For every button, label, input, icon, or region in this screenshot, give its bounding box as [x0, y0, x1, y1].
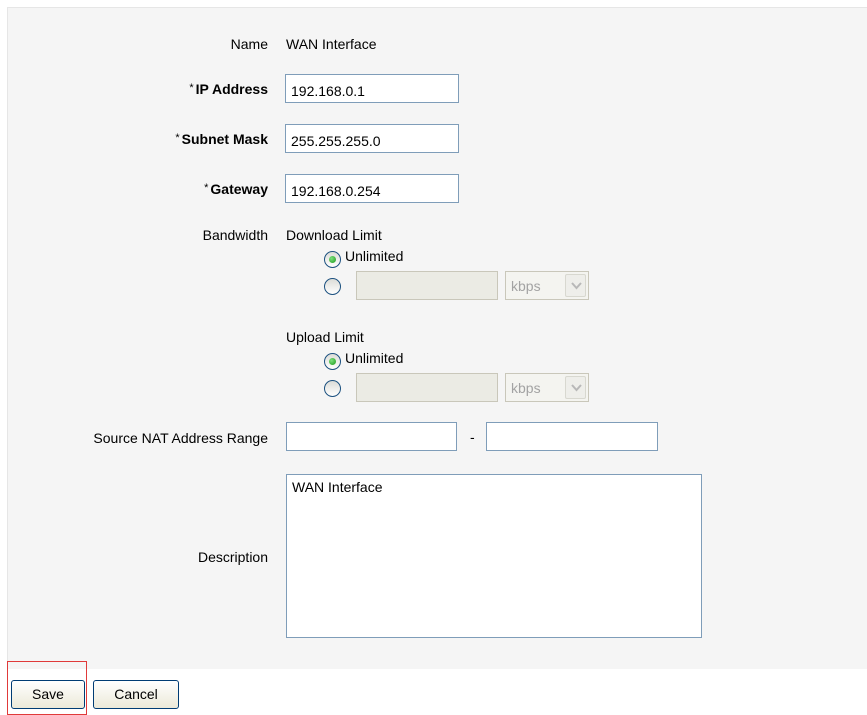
bandwidth-label: Bandwidth	[202, 227, 268, 243]
download-limit-input[interactable]	[356, 271, 498, 300]
subnet-mask-label: * Subnet Mask	[175, 131, 268, 147]
ip-address-label-text: IP Address	[195, 81, 268, 97]
gateway-input[interactable]	[285, 174, 459, 203]
description-textarea[interactable]: WAN Interface	[286, 474, 702, 638]
name-value: WAN Interface	[286, 36, 377, 52]
upload-unit-value: kbps	[511, 380, 541, 396]
subnet-mask-label-text: Subnet Mask	[181, 131, 268, 147]
download-unit-select[interactable]: kbps	[505, 271, 589, 300]
download-unlimited-radio[interactable]	[324, 251, 341, 268]
radio-selected-icon	[329, 358, 336, 365]
upload-limit-title: Upload Limit	[286, 329, 364, 345]
subnet-mask-input[interactable]	[285, 124, 459, 153]
gateway-label-text: Gateway	[210, 181, 268, 197]
nat-range-separator: -	[470, 429, 475, 445]
cancel-button[interactable]: Cancel	[93, 680, 179, 709]
upload-unit-select[interactable]: kbps	[505, 373, 589, 402]
ip-address-label: * IP Address	[189, 81, 268, 97]
chevron-down-icon	[565, 376, 586, 399]
upload-unlimited-radio[interactable]	[324, 353, 341, 370]
upload-limit-radio[interactable]	[324, 380, 341, 397]
source-nat-start-input[interactable]	[286, 422, 457, 451]
required-marker: *	[204, 182, 209, 194]
source-nat-end-input[interactable]	[486, 422, 658, 451]
upload-limit-input[interactable]	[356, 373, 498, 402]
save-button[interactable]: Save	[11, 680, 85, 709]
chevron-down-icon	[565, 274, 586, 297]
download-unit-value: kbps	[511, 278, 541, 294]
radio-selected-icon	[329, 256, 336, 263]
ip-address-input[interactable]	[285, 74, 459, 103]
download-limit-radio[interactable]	[324, 278, 341, 295]
download-unlimited-label: Unlimited	[345, 248, 404, 264]
required-marker: *	[175, 132, 180, 144]
source-nat-label: Source NAT Address Range	[93, 430, 268, 446]
download-limit-title: Download Limit	[286, 227, 382, 243]
name-label: Name	[230, 36, 268, 52]
required-marker: *	[189, 82, 194, 94]
gateway-label: * Gateway	[204, 181, 268, 197]
upload-unlimited-label: Unlimited	[345, 350, 404, 366]
description-label: Description	[197, 549, 268, 565]
